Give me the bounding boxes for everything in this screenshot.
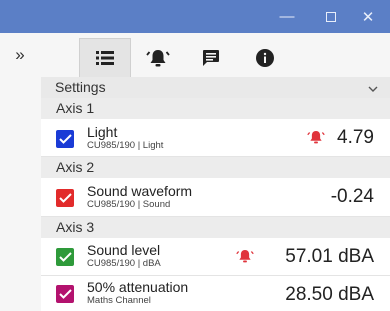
channel-row-sound-level[interactable]: Sound level CU985/190 | dBA 57.01 dBA (41, 238, 390, 276)
minimize-button[interactable]: — (265, 0, 309, 33)
info-icon (256, 48, 274, 67)
checkmark-icon (58, 193, 72, 203)
channel-source: CU985/190 | Sound (87, 199, 171, 210)
channel-value: 57.01 dBA (285, 246, 374, 267)
message-icon (203, 49, 219, 66)
alarm-bell-icon (146, 49, 170, 66)
chevron-down-icon (368, 77, 378, 98)
channel-row-light[interactable]: Light CU985/190 | Light 4.79 (41, 119, 390, 157)
tab-alarms[interactable] (133, 38, 183, 77)
list-icon (96, 51, 114, 65)
axis-header: Axis 2 (41, 157, 390, 178)
checkmark-icon (58, 289, 72, 299)
close-button[interactable]: ✕ (346, 0, 390, 33)
tab-channel-list[interactable] (79, 38, 131, 77)
channel-row-attenuation[interactable]: 50% attenuation Maths Channel 28.50 dBA (41, 276, 390, 311)
title-bar: — ✕ (0, 0, 390, 33)
channel-checkbox[interactable] (56, 189, 74, 207)
side-gutter (0, 77, 41, 311)
panel-toolbar: » (0, 33, 390, 77)
axis-title: Axis 3 (56, 219, 95, 235)
channel-row-sound-waveform[interactable]: Sound waveform CU985/190 | Sound -0.24 (41, 178, 390, 217)
tab-notes[interactable] (186, 38, 236, 77)
channel-value: -0.24 (330, 186, 374, 207)
axis-title: Axis 1 (56, 100, 95, 116)
collapse-panel-button[interactable]: » (0, 33, 40, 77)
channel-value: 4.79 (337, 127, 374, 148)
channel-checkbox[interactable] (56, 285, 74, 303)
channel-name: Light (87, 124, 118, 140)
channel-name: Sound waveform (87, 183, 193, 199)
checkmark-icon (58, 252, 72, 262)
tab-info[interactable] (240, 38, 290, 77)
maximize-icon (326, 11, 336, 22)
axis-header: Axis 1 (41, 98, 390, 119)
checkmark-icon (58, 134, 72, 144)
channel-name: 50% attenuation (87, 279, 189, 295)
axis-header: Axis 3 (41, 217, 390, 238)
channel-source: Maths Channel (87, 295, 151, 306)
channel-source: CU985/190 | dBA (87, 258, 161, 269)
channel-checkbox[interactable] (56, 130, 74, 148)
channel-checkbox[interactable] (56, 248, 74, 266)
alarm-bell-icon (307, 129, 325, 150)
alarm-bell-icon (236, 248, 254, 269)
settings-header[interactable]: Settings (41, 77, 390, 98)
channel-value: 28.50 dBA (285, 284, 374, 305)
channel-source: CU985/190 | Light (87, 140, 164, 151)
axis-title: Axis 2 (56, 159, 95, 175)
settings-label: Settings (55, 79, 106, 95)
channel-name: Sound level (87, 242, 161, 258)
